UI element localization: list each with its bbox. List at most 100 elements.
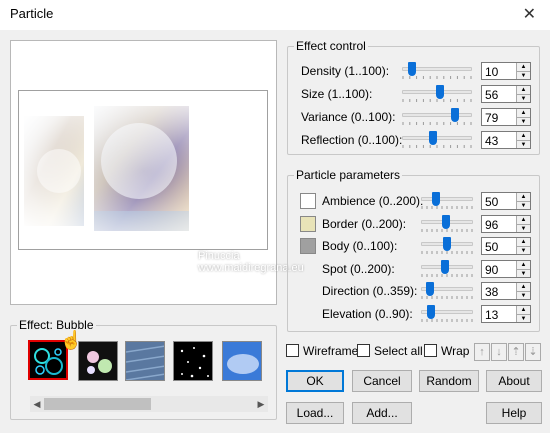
particle-direction-spinbox[interactable]: 38 ▲ ▼: [481, 282, 531, 300]
select-all-checkbox[interactable]: Select all: [357, 344, 423, 358]
effect-variance-value[interactable]: 79: [485, 111, 498, 125]
spin-down-icon[interactable]: ▼: [517, 71, 530, 79]
effect-density-spinbox[interactable]: 10 ▲ ▼: [481, 62, 531, 80]
spin-down-icon[interactable]: ▼: [517, 313, 530, 322]
move-up-icon[interactable]: ↑: [474, 343, 490, 361]
spin-down-icon[interactable]: ▼: [517, 201, 530, 209]
particle-border-color-swatch[interactable]: [300, 215, 316, 232]
particle-spot-slider-thumb[interactable]: [440, 259, 449, 274]
rain-icon: [126, 342, 164, 380]
spin-down-icon[interactable]: ▼: [517, 291, 530, 299]
wrap-box[interactable]: [424, 344, 437, 357]
effect-size-value[interactable]: 56: [485, 88, 498, 102]
particle-body-color-swatch[interactable]: [300, 238, 316, 254]
spin-up-icon[interactable]: ▲: [517, 63, 530, 71]
particle-border-value[interactable]: 96: [485, 218, 498, 232]
particle-elevation-spinbox[interactable]: 13 ▲ ▼: [481, 304, 531, 323]
about-button[interactable]: About: [486, 370, 542, 392]
particle-spot-spin-buttons[interactable]: ▲ ▼: [516, 260, 530, 277]
particle-spot-spinbox[interactable]: 90 ▲ ▼: [481, 259, 531, 278]
particle-ambience-spin-buttons[interactable]: ▲ ▼: [516, 193, 530, 209]
particle-ambience-slider[interactable]: [421, 197, 473, 201]
effect-variance-slider-thumb[interactable]: [450, 108, 459, 122]
particle-ambience-spinbox[interactable]: 50 ▲ ▼: [481, 192, 531, 210]
preset-scrollbar[interactable]: ◀ ▶: [30, 396, 268, 412]
particle-ambience-color-swatch[interactable]: [300, 193, 316, 209]
close-icon[interactable]: ✕: [523, 4, 536, 24]
spin-down-icon[interactable]: ▼: [517, 94, 530, 102]
effect-legend: Effect: Bubble: [19, 318, 94, 332]
random-button[interactable]: Random: [419, 370, 479, 392]
particle-spot-value[interactable]: 90: [485, 263, 498, 277]
effect-reflection-slider-thumb[interactable]: [428, 131, 437, 145]
particle-spot-label: Spot (0..200):: [322, 261, 395, 276]
wrap-checkbox[interactable]: Wrap: [424, 344, 469, 358]
particle-elevation-spin-buttons[interactable]: ▲ ▼: [516, 305, 530, 322]
particle-border-slider-ticks: [421, 228, 473, 232]
scrollbar-thumb[interactable]: [44, 398, 151, 410]
spin-up-icon[interactable]: ▲: [517, 86, 530, 94]
particle-elevation-value[interactable]: 13: [485, 308, 498, 322]
spin-down-icon[interactable]: ▼: [517, 246, 530, 254]
stars-icon: [174, 342, 212, 380]
spin-up-icon[interactable]: ▲: [517, 305, 530, 314]
preset-rain[interactable]: [125, 341, 165, 381]
spin-up-icon[interactable]: ▲: [517, 193, 530, 201]
help-button[interactable]: Help: [486, 402, 542, 424]
particle-body-spin-buttons[interactable]: ▲ ▼: [516, 238, 530, 254]
particle-body-spinbox[interactable]: 50 ▲ ▼: [481, 237, 531, 255]
preset-clouds[interactable]: [222, 341, 262, 381]
spin-down-icon[interactable]: ▼: [517, 268, 530, 277]
ok-button[interactable]: OK: [286, 370, 344, 392]
preset-stars[interactable]: [173, 341, 213, 381]
effect-reflection-spin-buttons[interactable]: ▲ ▼: [516, 132, 530, 148]
spin-down-icon[interactable]: ▼: [517, 117, 530, 125]
spin-up-icon[interactable]: ▲: [517, 109, 530, 117]
effect-size-label: Size (1..100):: [301, 87, 373, 101]
particle-direction-spin-buttons[interactable]: ▲ ▼: [516, 283, 530, 299]
preset-sparkle[interactable]: [78, 341, 118, 381]
effect-size-slider-thumb[interactable]: [436, 85, 445, 99]
particle-body-value[interactable]: 50: [485, 240, 498, 254]
spin-up-icon[interactable]: ▲: [517, 132, 530, 140]
add-button[interactable]: Add...: [352, 402, 412, 424]
spin-down-icon[interactable]: ▼: [517, 223, 530, 232]
move-top-icon[interactable]: ⇡: [508, 343, 524, 361]
scroll-left-icon[interactable]: ◀: [30, 396, 44, 412]
particle-body-slider-thumb[interactable]: [443, 237, 451, 251]
move-down-icon[interactable]: ↓: [491, 343, 507, 361]
particle-ambience-slider-thumb[interactable]: [432, 192, 440, 206]
move-bottom-icon[interactable]: ⇣: [525, 343, 541, 361]
effect-density-slider-thumb[interactable]: [407, 62, 416, 76]
effect-reflection-value[interactable]: 43: [485, 134, 498, 148]
spin-up-icon[interactable]: ▲: [517, 215, 530, 224]
select-all-box[interactable]: [357, 344, 370, 357]
scroll-right-icon[interactable]: ▶: [254, 396, 268, 412]
effect-variance-spinbox[interactable]: 79 ▲ ▼: [481, 108, 531, 126]
particle-border-spinbox[interactable]: 96 ▲ ▼: [481, 214, 531, 233]
particle-ambience-value[interactable]: 50: [485, 195, 498, 209]
spin-down-icon[interactable]: ▼: [517, 140, 530, 148]
particle-ambience-label: Ambience (0..200):: [322, 194, 424, 208]
effect-density-spin-buttons[interactable]: ▲ ▼: [516, 63, 530, 79]
effect-variance-slider-ticks: [402, 122, 472, 125]
particle-border-slider-thumb[interactable]: [442, 214, 451, 229]
load-button[interactable]: Load...: [286, 402, 344, 424]
spin-up-icon[interactable]: ▲: [517, 283, 530, 291]
particle-direction-slider-thumb[interactable]: [425, 282, 434, 296]
effect-reflection-slider[interactable]: [402, 136, 472, 140]
particle-elevation-slider-thumb[interactable]: [427, 304, 436, 319]
spin-up-icon[interactable]: ▲: [517, 238, 530, 246]
particle-direction-value[interactable]: 38: [485, 285, 498, 299]
effect-variance-spin-buttons[interactable]: ▲ ▼: [516, 109, 530, 125]
particle-border-spin-buttons[interactable]: ▲ ▼: [516, 215, 530, 232]
effect-reflection-spinbox[interactable]: 43 ▲ ▼: [481, 131, 531, 149]
effect-size-spin-buttons[interactable]: ▲ ▼: [516, 86, 530, 102]
cancel-button[interactable]: Cancel: [352, 370, 412, 392]
effect-density-value[interactable]: 10: [485, 65, 498, 79]
effect-variance-slider[interactable]: [402, 113, 472, 117]
effect-size-spinbox[interactable]: 56 ▲ ▼: [481, 85, 531, 103]
wireframe-checkbox[interactable]: Wireframe: [286, 344, 358, 358]
spin-up-icon[interactable]: ▲: [517, 260, 530, 269]
wireframe-box[interactable]: [286, 344, 299, 357]
